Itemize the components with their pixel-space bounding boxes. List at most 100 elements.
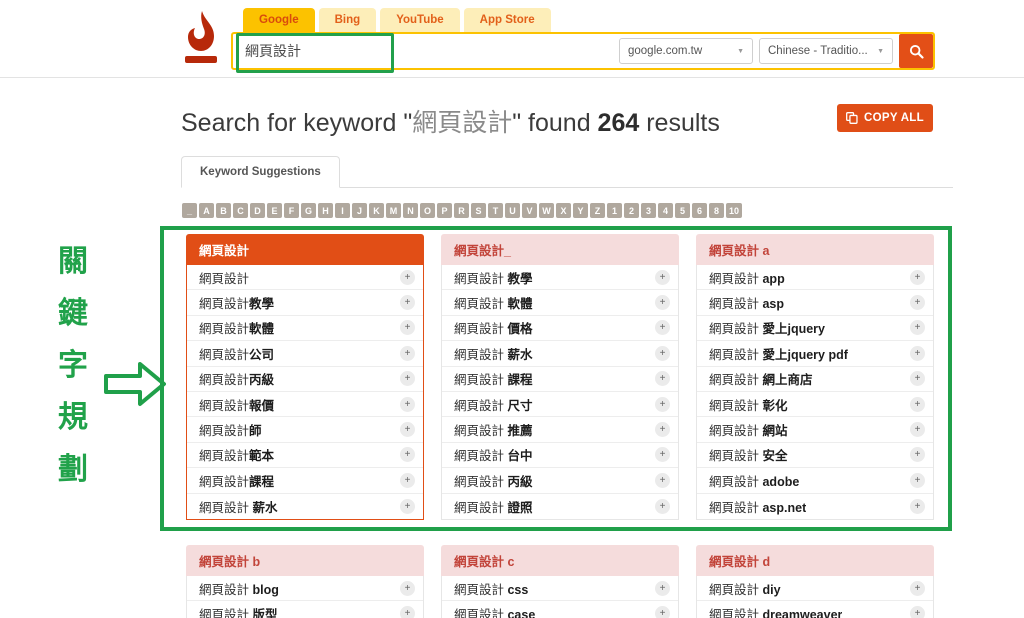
keyword-row[interactable]: 網頁設計 愛上jquery + [697, 315, 933, 342]
alpha-chip[interactable]: W [539, 203, 554, 218]
add-keyword-icon[interactable]: + [400, 580, 415, 596]
keyword-row[interactable]: 網頁設計 台中 + [442, 442, 678, 469]
add-keyword-icon[interactable]: + [910, 396, 925, 412]
keyword-row[interactable]: 網頁設計 尺寸 + [442, 391, 678, 418]
add-keyword-icon[interactable]: + [655, 269, 670, 285]
alpha-chip[interactable]: R [454, 203, 469, 218]
add-keyword-icon[interactable]: + [400, 295, 415, 311]
alpha-chip[interactable]: G [301, 203, 316, 218]
add-keyword-icon[interactable]: + [910, 422, 925, 438]
keyword-row[interactable]: 網頁設計 dreamweaver + [697, 601, 933, 618]
add-keyword-icon[interactable]: + [655, 580, 670, 596]
search-button[interactable] [899, 34, 933, 68]
add-keyword-icon[interactable]: + [910, 345, 925, 361]
add-keyword-icon[interactable]: + [910, 472, 925, 488]
alpha-chip[interactable]: 2 [624, 203, 639, 218]
keyword-row[interactable]: 網頁設計 asp.net + [697, 493, 933, 519]
add-keyword-icon[interactable]: + [655, 345, 670, 361]
tab-youtube[interactable]: YouTube [380, 8, 460, 32]
alpha-chip[interactable]: T [488, 203, 503, 218]
add-keyword-icon[interactable]: + [400, 371, 415, 387]
add-keyword-icon[interactable]: + [655, 396, 670, 412]
language-select[interactable]: Chinese - Traditio... ▼ [759, 38, 893, 64]
add-keyword-icon[interactable]: + [655, 422, 670, 438]
add-keyword-icon[interactable]: + [400, 422, 415, 438]
add-keyword-icon[interactable]: + [910, 447, 925, 463]
add-keyword-icon[interactable]: + [400, 472, 415, 488]
add-keyword-icon[interactable]: + [655, 472, 670, 488]
alpha-chip[interactable]: _ [182, 203, 197, 218]
add-keyword-icon[interactable]: + [400, 606, 415, 618]
keyword-row[interactable]: 網頁設計 丙級 + [442, 468, 678, 494]
keyword-row[interactable]: 網頁設計軟體 + [187, 315, 423, 342]
alpha-chip[interactable]: H [318, 203, 333, 218]
add-keyword-icon[interactable]: + [910, 498, 925, 514]
keyword-row[interactable]: 網頁設計 版型 + [187, 601, 423, 618]
add-keyword-icon[interactable]: + [400, 320, 415, 336]
add-keyword-icon[interactable]: + [655, 295, 670, 311]
keyword-row[interactable]: 網頁設計 asp + [697, 290, 933, 316]
alpha-chip[interactable]: S [471, 203, 486, 218]
keyword-row[interactable]: 網頁設計 軟體 + [442, 290, 678, 316]
add-keyword-icon[interactable]: + [910, 269, 925, 285]
add-keyword-icon[interactable]: + [400, 396, 415, 412]
keyword-row[interactable]: 網頁設計 + [187, 265, 423, 291]
keyword-row[interactable]: 網頁設計報價 + [187, 391, 423, 418]
keyword-row[interactable]: 網頁設計 彰化 + [697, 391, 933, 418]
tab-bing[interactable]: Bing [318, 8, 377, 32]
keyword-row[interactable]: 網頁設計 證照 + [442, 493, 678, 519]
tab-keyword-suggestions[interactable]: Keyword Suggestions [181, 156, 340, 188]
add-keyword-icon[interactable]: + [910, 371, 925, 387]
alpha-chip[interactable]: P [437, 203, 452, 218]
search-input[interactable] [233, 34, 619, 68]
alpha-chip[interactable]: D [250, 203, 265, 218]
keyword-row[interactable]: 網頁設計教學 + [187, 290, 423, 316]
flame-logo[interactable] [178, 8, 224, 70]
tab-app-store[interactable]: App Store [463, 8, 551, 32]
alpha-chip[interactable]: A [199, 203, 214, 218]
alpha-chip[interactable]: 5 [675, 203, 690, 218]
alpha-chip[interactable]: B [216, 203, 231, 218]
add-keyword-icon[interactable]: + [400, 498, 415, 514]
domain-select[interactable]: google.com.tw ▼ [619, 38, 753, 64]
alpha-chip[interactable]: C [233, 203, 248, 218]
alpha-chip[interactable]: 3 [641, 203, 656, 218]
keyword-row[interactable]: 網頁設計 課程 + [442, 366, 678, 392]
alpha-chip[interactable]: 8 [709, 203, 724, 218]
keyword-row[interactable]: 網頁設計 網站 + [697, 417, 933, 443]
alpha-chip[interactable]: M [386, 203, 401, 218]
alpha-chip[interactable]: V [522, 203, 537, 218]
add-keyword-icon[interactable]: + [910, 295, 925, 311]
keyword-row[interactable]: 網頁設計範本 + [187, 442, 423, 469]
keyword-row[interactable]: 網頁設計 愛上jquery pdf + [697, 341, 933, 367]
tab-google[interactable]: Google [243, 8, 315, 32]
keyword-row[interactable]: 網頁設計 diy + [697, 575, 933, 602]
keyword-row[interactable]: 網頁設計 app + [697, 265, 933, 291]
alpha-chip[interactable]: 10 [726, 203, 743, 218]
alpha-chip[interactable]: F [284, 203, 299, 218]
keyword-row[interactable]: 網頁設計丙級 + [187, 366, 423, 392]
add-keyword-icon[interactable]: + [655, 606, 670, 618]
add-keyword-icon[interactable]: + [400, 447, 415, 463]
keyword-row[interactable]: 網頁設計課程 + [187, 468, 423, 494]
keyword-row[interactable]: 網頁設計 網上商店 + [697, 366, 933, 392]
keyword-row[interactable]: 網頁設計 blog + [187, 575, 423, 602]
alpha-chip[interactable]: K [369, 203, 384, 218]
keyword-row[interactable]: 網頁設計 教學 + [442, 265, 678, 291]
alpha-chip[interactable]: E [267, 203, 282, 218]
add-keyword-icon[interactable]: + [910, 606, 925, 618]
alpha-chip[interactable]: 6 [692, 203, 707, 218]
keyword-row[interactable]: 網頁設計 薪水 + [442, 341, 678, 367]
keyword-row[interactable]: 網頁設計公司 + [187, 341, 423, 367]
keyword-row[interactable]: 網頁設計 css + [442, 575, 678, 602]
alpha-chip[interactable]: U [505, 203, 520, 218]
add-keyword-icon[interactable]: + [655, 498, 670, 514]
keyword-row[interactable]: 網頁設計 價格 + [442, 315, 678, 342]
add-keyword-icon[interactable]: + [655, 320, 670, 336]
keyword-row[interactable]: 網頁設計 case + [442, 601, 678, 618]
alpha-chip[interactable]: Y [573, 203, 588, 218]
add-keyword-icon[interactable]: + [655, 447, 670, 463]
add-keyword-icon[interactable]: + [910, 580, 925, 596]
alpha-chip[interactable]: Z [590, 203, 605, 218]
keyword-row[interactable]: 網頁設計 薪水 + [187, 493, 423, 519]
